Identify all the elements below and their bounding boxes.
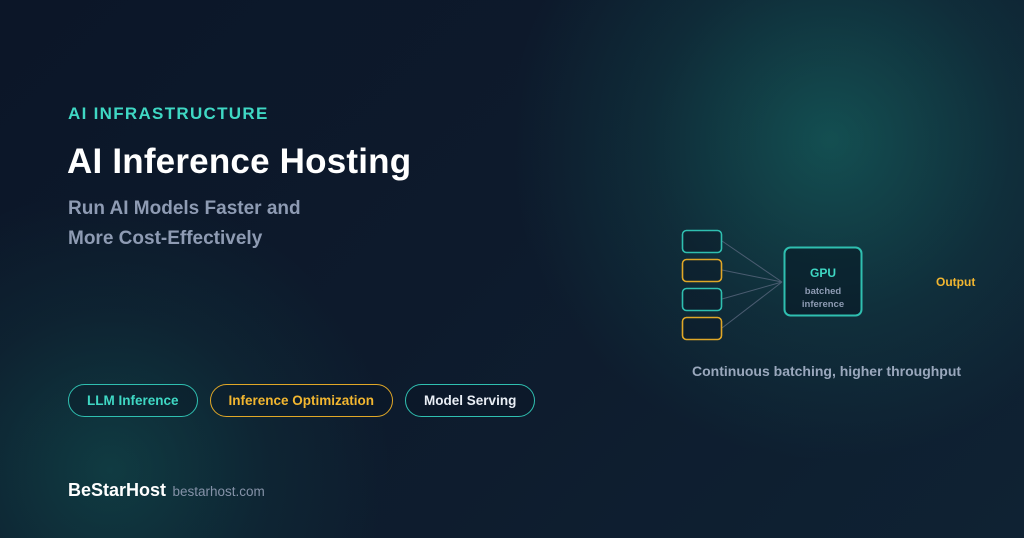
page-title: AI Inference Hosting <box>67 142 412 181</box>
connector-line <box>721 281 783 300</box>
subtitle-line-2: More Cost-Effectively <box>68 228 263 249</box>
subtitle: Run AI Models Faster and More Cost-Effec… <box>68 194 388 254</box>
connector-lines <box>721 240 783 329</box>
brand-name: BeStarHost <box>68 480 167 500</box>
request-block <box>681 229 723 254</box>
subtitle-line-1: Run AI Models Faster and <box>68 198 301 219</box>
tag-list: LLM Inference Inference Optimization Mod… <box>68 384 536 417</box>
tag-model-serving[interactable]: Model Serving <box>405 384 536 417</box>
brand-url[interactable]: bestarhost.com <box>172 484 264 499</box>
output-label: Output <box>936 275 976 289</box>
tag-inference-optimization[interactable]: Inference Optimization <box>209 384 394 417</box>
tag-llm-inference[interactable]: LLM Inference <box>68 384 198 417</box>
diagram-caption: Continuous batching, higher throughput <box>692 363 962 379</box>
connector-line <box>721 281 783 329</box>
connector-line <box>721 269 783 283</box>
request-block <box>681 316 723 341</box>
eyebrow-label: AI INFRASTRUCTURE <box>68 104 269 123</box>
brand: BeStarHost bestarhost.com <box>68 480 265 501</box>
gpu-sublabel: batched inference <box>785 285 861 311</box>
connector-line <box>721 240 783 283</box>
request-block <box>681 287 723 312</box>
batching-diagram <box>681 229 863 341</box>
gpu-sublabel-line-1: batched <box>804 286 842 297</box>
gpu-sublabel-line-2: inference <box>801 299 845 310</box>
gpu-label: GPU <box>809 266 836 280</box>
request-block <box>681 258 723 283</box>
